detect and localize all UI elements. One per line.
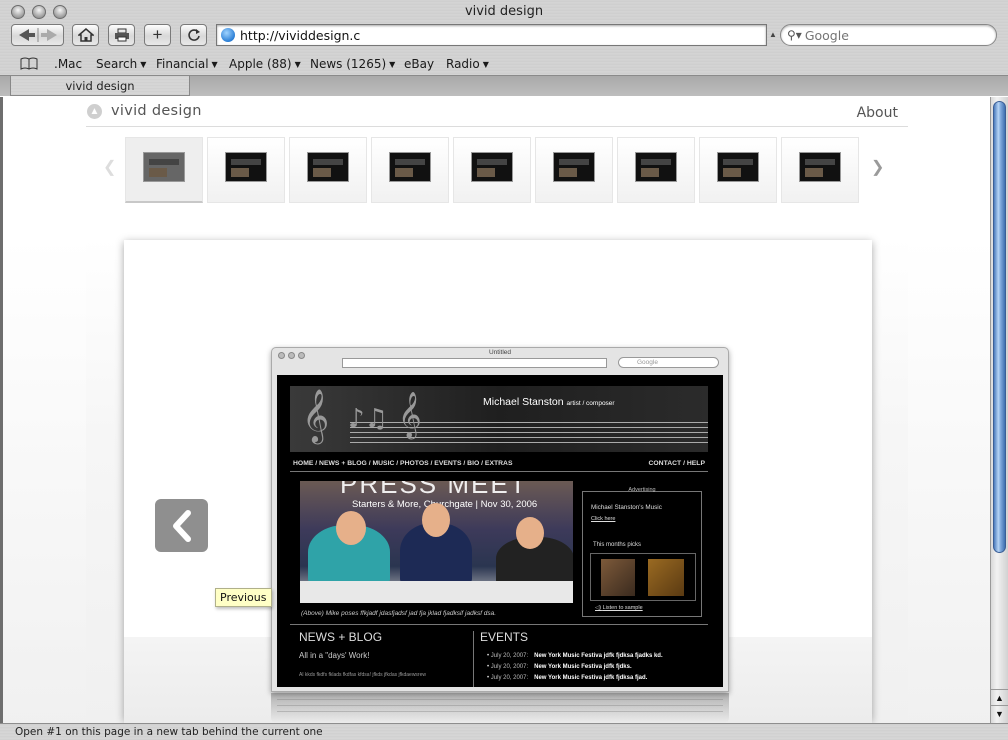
mini-news-body: Al kkds fkdfs fklads fkdfas kfdsa! jfkds… <box>299 672 426 678</box>
globe-icon <box>221 28 235 42</box>
back-arrow-icon <box>18 28 57 42</box>
site-name[interactable]: vivid design <box>111 103 202 119</box>
bookmark-ebay[interactable]: eBay <box>404 57 434 71</box>
scroll-up-icon[interactable]: ▲ <box>991 689 1008 705</box>
thumbnail-image <box>389 152 431 182</box>
chevron-down-icon: ▼ <box>140 60 147 69</box>
search-icon: ⚲▾ <box>787 28 802 42</box>
thumbnail-item[interactable] <box>617 137 695 203</box>
chevron-down-icon: ▼ <box>389 60 396 69</box>
chevron-down-icon: ▼ <box>211 60 218 69</box>
bookmarks-book-icon[interactable] <box>20 57 38 70</box>
mini-advertising-box: Advertising Michael Stanston's Music Cli… <box>582 487 702 617</box>
bookmark-apple[interactable]: Apple (88) ▼ <box>229 57 301 71</box>
treble-clef-icon: 𝄞 <box>302 388 330 442</box>
list-item: • July 20, 2007: New York Music Festiva j… <box>487 653 663 659</box>
mini-news-heading: NEWS + BLOG <box>299 630 383 644</box>
thumbnails-next-icon[interactable]: ❯ <box>871 157 884 177</box>
thumbnail-image <box>553 152 595 182</box>
mini-press-photo: PRESS MEET Starters & More, Churchgate |… <box>300 481 573 603</box>
album-cover-image <box>648 559 684 596</box>
search-field[interactable]: ⚲▾ <box>780 24 997 46</box>
bookmarks-bar: .Mac Search ▼ Financial ▼ Apple (88) ▼ News… <box>0 53 1008 75</box>
address-bar[interactable]: http://vividdesign.c <box>216 24 767 46</box>
home-icon <box>77 28 94 42</box>
print-button[interactable] <box>108 24 135 46</box>
thumbnail-strip <box>125 137 865 205</box>
thumbnail-item[interactable] <box>289 137 367 203</box>
thumbnail-item[interactable] <box>207 137 285 203</box>
music-notes-icon: ♪♫ <box>348 404 388 434</box>
browser-window: vivid design + http://vividdesign.c ▲ ⚲▾… <box>0 0 1008 740</box>
reload-button[interactable] <box>180 24 207 46</box>
speaker-icon: ◁) <box>595 605 602 611</box>
address-text: http://vividdesign.c <box>240 27 361 43</box>
treble-clef-icon: 𝄞 <box>398 392 422 438</box>
slide-reflection <box>271 693 729 723</box>
scrollbar-thumb[interactable] <box>993 101 1006 553</box>
thumbnail-image <box>143 152 185 182</box>
chevron-left-icon <box>172 509 191 542</box>
bookmark-search[interactable]: Search ▼ <box>96 57 146 71</box>
printer-icon <box>114 28 129 42</box>
bookmark-mac[interactable]: .Mac <box>54 57 82 71</box>
tab-bar: vivid design <box>0 75 1008 96</box>
search-input[interactable] <box>804 27 965 43</box>
bookmark-news[interactable]: News (1265) ▼ <box>310 57 395 71</box>
thumbnail-item[interactable] <box>371 137 449 203</box>
thumbnail-item[interactable] <box>699 137 777 203</box>
back-forward-button[interactable] <box>11 24 64 46</box>
thumbnail-image <box>635 152 677 182</box>
window-title: vivid design <box>464 4 544 19</box>
thumbnail-item[interactable] <box>535 137 613 203</box>
thumbnail-image <box>799 152 841 182</box>
vertical-scrollbar[interactable]: ▲ ▼ <box>990 97 1008 723</box>
scroll-down-icon[interactable]: ▼ <box>991 705 1008 722</box>
thumbnail-image <box>717 152 759 182</box>
chevron-down-icon: ▼ <box>294 60 301 69</box>
mini-events-heading: EVENTS <box>480 630 529 644</box>
reload-icon <box>187 29 200 41</box>
thumbnails-prev-icon[interactable]: ❮ <box>103 157 116 177</box>
site-header: ▲ vivid design About <box>86 97 908 127</box>
thumbnail-item[interactable] <box>781 137 859 203</box>
tab-vivid-design[interactable]: vivid design <box>10 76 190 96</box>
web-page: ▲ vivid design About ❮ ❯ Untitled Google… <box>0 97 990 723</box>
mini-artist-name: Michael Stanston artist / composer <box>483 396 615 408</box>
home-button[interactable] <box>72 24 99 46</box>
thumbnail-image <box>471 152 513 182</box>
add-bookmark-button[interactable]: + <box>144 24 171 46</box>
album-cover-image <box>601 559 635 596</box>
mini-nav-right: CONTACT / HELP <box>648 460 705 467</box>
about-link[interactable]: About <box>857 105 898 121</box>
bookmark-radio[interactable]: Radio ▼ <box>446 57 489 71</box>
mini-website: 𝄞 𝄞 ♪♫ Michael Stanston artist / composer… <box>277 375 723 687</box>
list-item: • July 20, 2007: New York Music Festiva j… <box>487 675 648 681</box>
list-item: • July 20, 2007: New York Music Festiva j… <box>487 664 632 670</box>
mini-window-title: Untitled <box>488 349 512 356</box>
chevron-down-icon: ▼ <box>482 60 489 69</box>
mini-nav: HOME / NEWS + BLOG / MUSIC / PHOTOS / EV… <box>293 460 513 467</box>
plus-icon: + <box>152 25 163 44</box>
thumbnail-item[interactable] <box>125 137 203 203</box>
bookmark-financial[interactable]: Financial ▼ <box>156 57 218 71</box>
slide-screenshot: Untitled Google 𝄞 𝄞 ♪♫ Michael Stanston a… <box>271 347 729 692</box>
thumbnail-image <box>307 152 349 182</box>
tooltip: Previous <box>215 588 272 607</box>
mini-events-list: • July 20, 2007: New York Music Festiva j… <box>487 651 663 684</box>
status-bar: Open #1 on this page in a new tab behind… <box>0 723 1008 740</box>
mini-news-subtitle: All in a "days' Work! <box>299 651 370 660</box>
mini-banner: 𝄞 𝄞 ♪♫ Michael Stanston artist / composer <box>290 386 708 452</box>
mini-address-bar <box>342 358 607 368</box>
mini-search-field: Google <box>618 357 719 368</box>
mini-photo-caption: (Above) Mike poses ffkjadf jdasfjadsf ja… <box>301 610 497 617</box>
up-arrow-icon[interactable]: ▲ <box>87 104 102 119</box>
previous-slide-button[interactable] <box>155 499 208 552</box>
thumbnail-image <box>225 152 267 182</box>
thumbnail-item[interactable] <box>453 137 531 203</box>
address-history-arrow-icon[interactable]: ▲ <box>769 30 777 39</box>
